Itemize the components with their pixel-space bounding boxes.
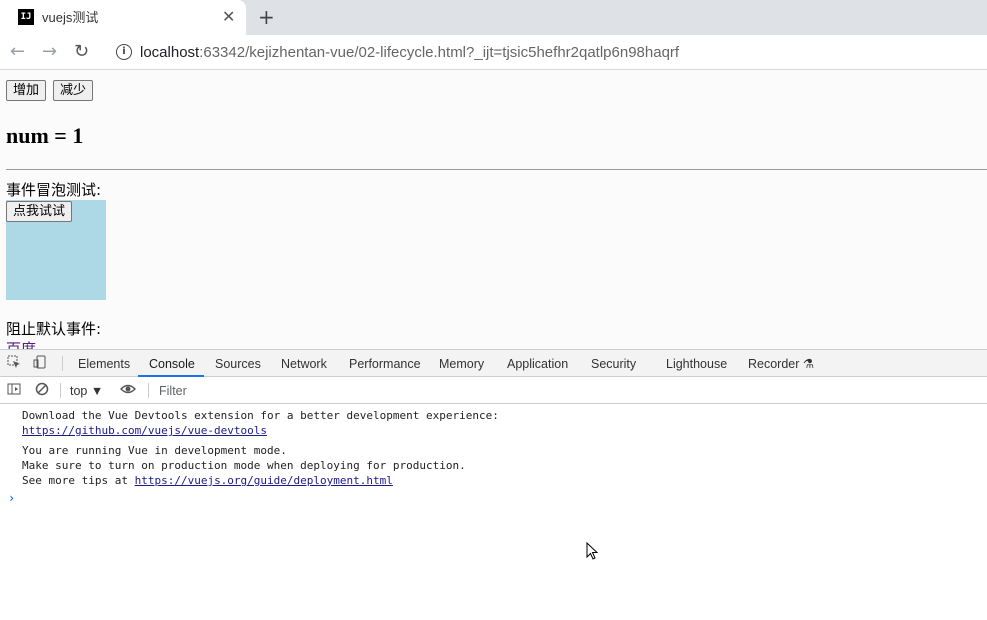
active-tab-indicator (138, 375, 204, 377)
decrease-button[interactable]: 减少 (53, 80, 94, 101)
increase-button[interactable]: 增加 (6, 80, 47, 101)
console-prompt-icon[interactable]: › (8, 491, 15, 505)
close-tab-icon[interactable]: ✕ (222, 8, 235, 26)
address-bar[interactable]: localhost:63342/kejizhentan-vue/02-lifec… (140, 43, 679, 62)
filter-input[interactable] (155, 381, 455, 401)
console-message-line: Download the Vue Devtools extension for … (22, 409, 499, 422)
devtools-panel: Elements Console Sources Network Perform… (0, 349, 987, 620)
console-filter-bar: top ▼ (0, 378, 987, 404)
url-path: :63342/kejizhentan-vue/02-lifecycle.html… (199, 44, 680, 61)
reload-icon[interactable]: ↻ (74, 41, 89, 63)
tab-network[interactable]: Network (281, 356, 327, 372)
new-tab-icon[interactable]: + (258, 5, 275, 29)
back-icon[interactable]: ← (10, 41, 25, 63)
mouse-cursor-icon (586, 542, 598, 560)
inspect-element-icon[interactable] (6, 355, 22, 371)
site-info-icon[interactable]: i (116, 44, 132, 60)
baidu-link[interactable]: 百度 (6, 339, 36, 349)
tab-performance[interactable]: Performance (349, 356, 421, 372)
browser-tab[interactable]: IJ vuejs测试 ✕ (0, 0, 246, 35)
intellij-favicon-icon: IJ (18, 9, 34, 25)
tab-elements[interactable]: Elements (78, 356, 130, 372)
bubble-test-label: 事件冒泡测试: (6, 181, 102, 199)
console-message-line: You are running Vue in development mode. (22, 444, 287, 457)
tab-console[interactable]: Console (149, 356, 195, 372)
vue-devtools-link[interactable]: https://github.com/vuejs/vue-devtools (22, 424, 267, 437)
tab-recorder[interactable]: Recorder ⚗ (748, 356, 814, 372)
vue-deployment-link[interactable]: https://vuejs.org/guide/deployment.html (135, 474, 393, 487)
console-message-line: See more tips at https://vuejs.org/guide… (22, 473, 393, 488)
page-content: 增加 减少 num = 1 事件冒泡测试: 点我试试 阻止默认事件: 百度 (0, 71, 987, 349)
devtools-tabbar: Elements Console Sources Network Perform… (0, 350, 987, 377)
clear-console-icon[interactable] (34, 382, 50, 398)
tab-lighthouse[interactable]: Lighthouse (666, 356, 727, 372)
tips-prefix: See more tips at (22, 474, 135, 487)
tab-application[interactable]: Application (507, 356, 568, 372)
num-heading: num = 1 (6, 123, 84, 148)
device-toolbar-icon[interactable] (32, 355, 48, 371)
filterbar-separator (60, 383, 61, 398)
tab-strip: IJ vuejs测试 ✕ + (0, 0, 987, 35)
console-message-link-line: https://github.com/vuejs/vue-devtools (22, 423, 267, 438)
tab-sources[interactable]: Sources (215, 356, 261, 372)
context-selector[interactable]: top ▼ (70, 383, 103, 399)
browser-toolbar: ← → ↻ i localhost:63342/kejizhentan-vue/… (0, 35, 987, 70)
tab-memory[interactable]: Memory (439, 356, 484, 372)
live-expression-eye-icon[interactable] (120, 382, 136, 398)
console-message-line: Make sure to turn on production mode whe… (22, 459, 466, 472)
tab-security[interactable]: Security (591, 356, 636, 372)
forward-icon[interactable]: → (42, 41, 57, 63)
prevent-default-label: 阻止默认事件: (6, 320, 102, 338)
url-host: localhost (140, 44, 200, 61)
divider (6, 169, 987, 170)
tab-title: vuejs测试 (42, 10, 99, 25)
console-output: Download the Vue Devtools extension for … (0, 406, 987, 620)
show-sidebar-icon[interactable] (6, 382, 22, 398)
filterbar-separator-2 (148, 383, 149, 398)
tabbar-separator (62, 356, 63, 371)
try-me-button[interactable]: 点我试试 (6, 201, 73, 222)
